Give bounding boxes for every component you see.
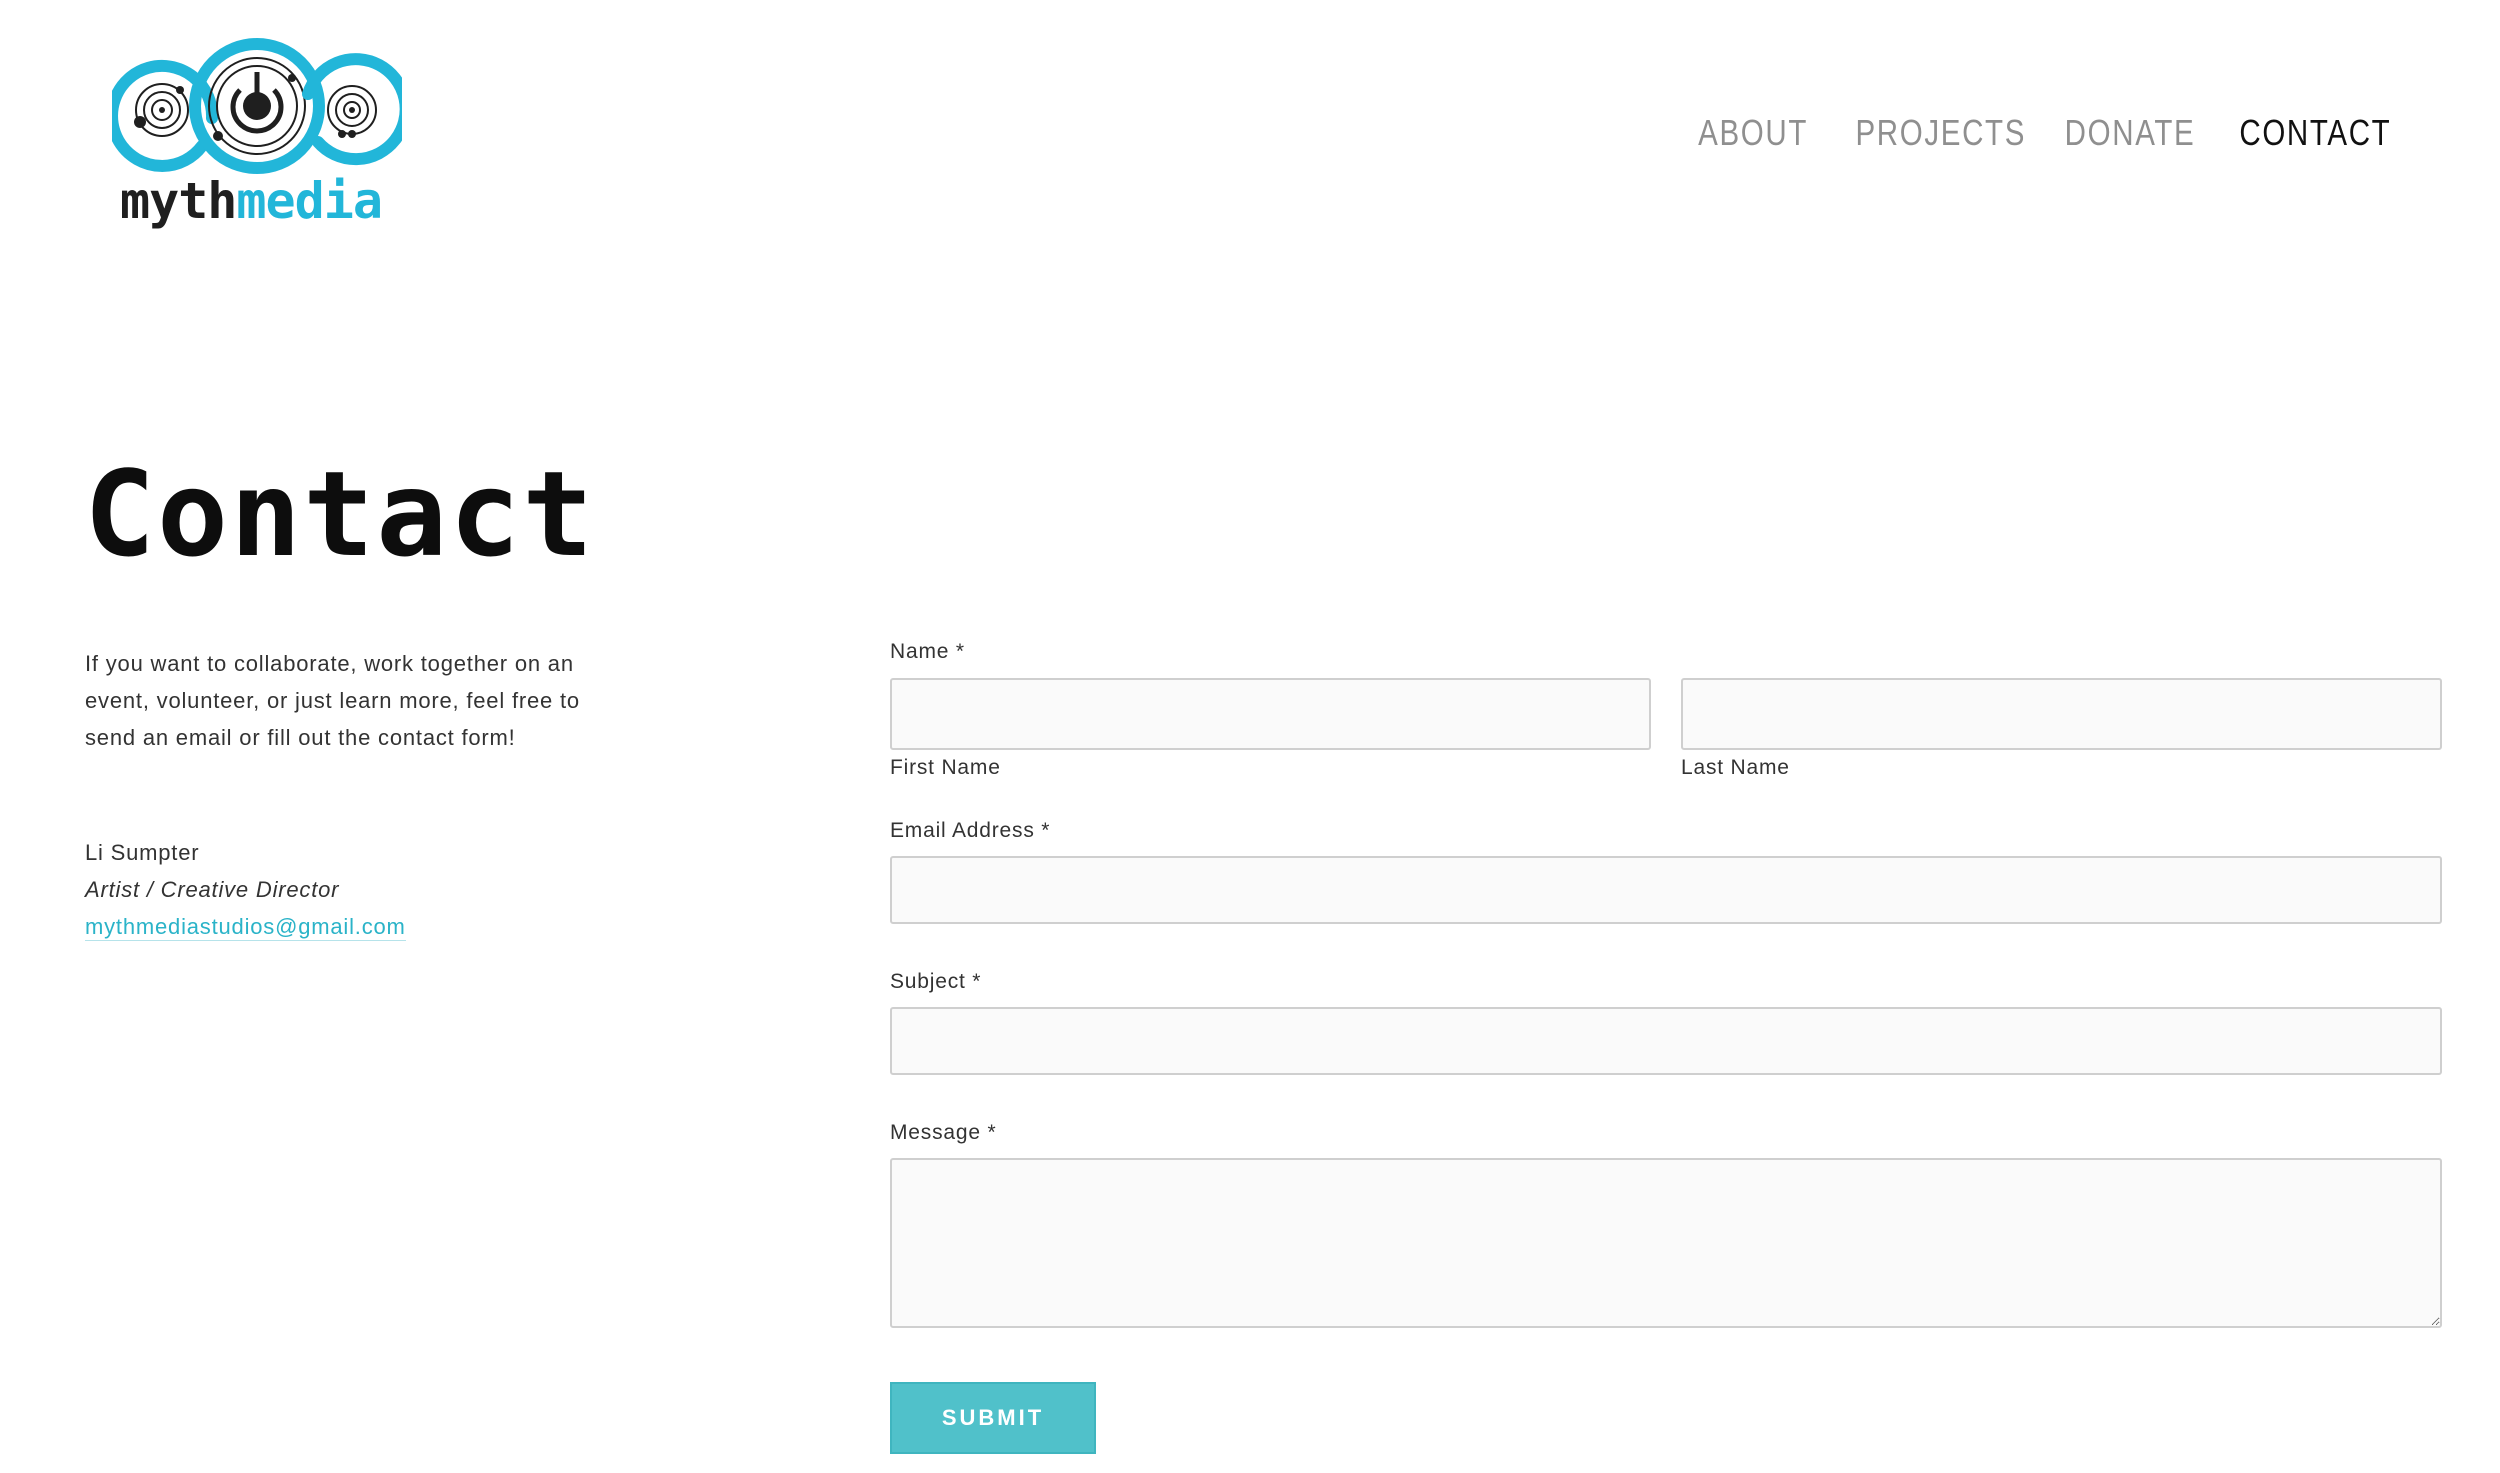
subject-input[interactable]: [890, 1007, 2442, 1075]
nav-item-projects[interactable]: PROJECTS: [1856, 112, 2027, 154]
last-name-input[interactable]: [1681, 678, 2442, 750]
nav-item-donate[interactable]: DONATE: [2065, 112, 2196, 154]
contact-name: Li Sumpter: [85, 840, 200, 865]
last-name-label: Last Name: [1681, 756, 1790, 779]
submit-button[interactable]: SUBMIT: [890, 1382, 1096, 1454]
message-textarea[interactable]: [890, 1158, 2442, 1328]
contact-email-link[interactable]: mythmediastudios@gmail.com: [85, 914, 406, 941]
name-label: Name *: [890, 640, 965, 663]
intro-text: If you want to collaborate, work togethe…: [85, 651, 580, 750]
message-label: Message *: [890, 1121, 997, 1144]
subject-label: Subject *: [890, 970, 982, 993]
logo-text-media: media: [236, 172, 383, 230]
logo-text-myth: myth: [120, 172, 237, 230]
nav-item-about[interactable]: ABOUT: [1698, 112, 1808, 154]
email-input[interactable]: [890, 856, 2442, 924]
first-name-input[interactable]: [890, 678, 1651, 750]
logo-rings-icon: [106, 38, 412, 174]
nav-item-contact[interactable]: CONTACT: [2239, 112, 2391, 154]
site-logo[interactable]: mythmedia: [106, 38, 412, 243]
first-name-label: First Name: [890, 756, 1001, 779]
email-label: Email Address *: [890, 819, 1051, 842]
logo-wordmark: mythmedia: [120, 176, 383, 226]
page-title: Contact: [84, 445, 596, 583]
contact-info: Li Sumpter Artist / Creative Director my…: [85, 834, 406, 945]
contact-role: Artist / Creative Director: [85, 877, 340, 902]
page: mythmedia ABOUT PROJECTS DONATE CONTACT …: [0, 0, 2500, 1473]
main-nav: ABOUT PROJECTS DONATE CONTACT: [1698, 112, 2391, 154]
